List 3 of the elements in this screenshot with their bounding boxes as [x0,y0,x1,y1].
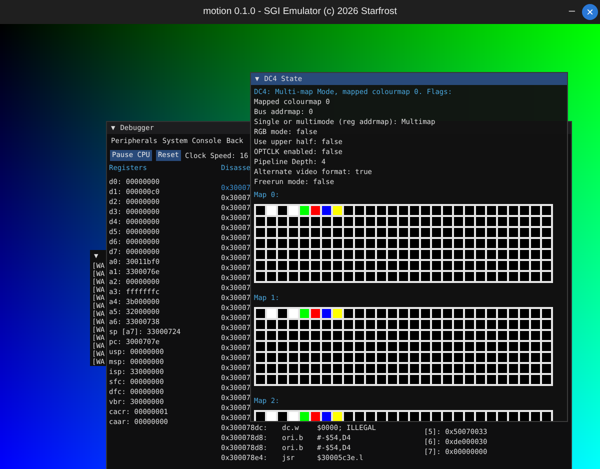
window-title: motion 0.1.0 - SGI Emulator (c) 2026 Starfrost [203,6,397,17]
minimize-button[interactable]: – [566,3,578,19]
close-button[interactable]: × [582,4,598,20]
